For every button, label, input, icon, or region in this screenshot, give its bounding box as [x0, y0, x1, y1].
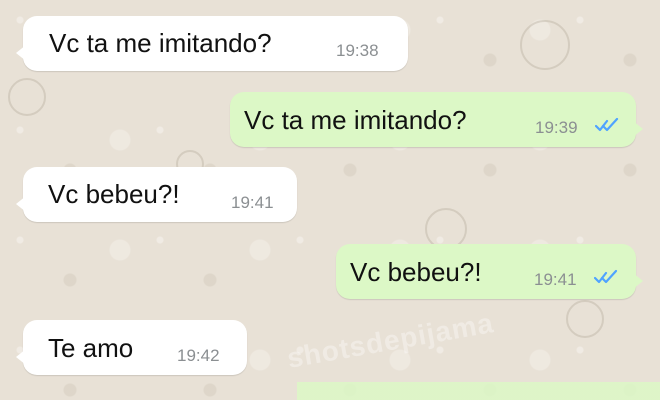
- message-time: 19:39: [535, 118, 578, 137]
- message-time: 19:41: [231, 193, 274, 212]
- double-check-icon: [594, 269, 618, 284]
- double-check-icon: [595, 117, 619, 132]
- background-doodle: [520, 20, 570, 70]
- message-text: Vc ta me imitando?: [244, 105, 467, 135]
- outgoing-message-2[interactable]: Vc bebeu?! 19:41: [336, 244, 643, 299]
- incoming-message-1[interactable]: Vc ta me imitando? 19:38: [16, 16, 408, 71]
- partial-outgoing-message-strip: [0, 382, 660, 400]
- message-text: Vc bebeu?!: [350, 257, 482, 287]
- message-time: 19:42: [177, 346, 220, 365]
- message-time: 19:38: [336, 41, 379, 60]
- incoming-message-2[interactable]: Vc bebeu?! 19:41: [16, 167, 297, 222]
- incoming-message-3[interactable]: Te amo 19:42: [16, 320, 247, 375]
- background-doodle: [566, 300, 604, 338]
- message-text: Vc ta me imitando?: [49, 28, 272, 58]
- message-text: Vc bebeu?!: [48, 179, 180, 209]
- background-doodle: [8, 78, 46, 116]
- outgoing-message-1[interactable]: Vc ta me imitando? 19:39: [230, 92, 643, 147]
- message-time: 19:41: [534, 270, 577, 289]
- message-text: Te amo: [48, 333, 134, 363]
